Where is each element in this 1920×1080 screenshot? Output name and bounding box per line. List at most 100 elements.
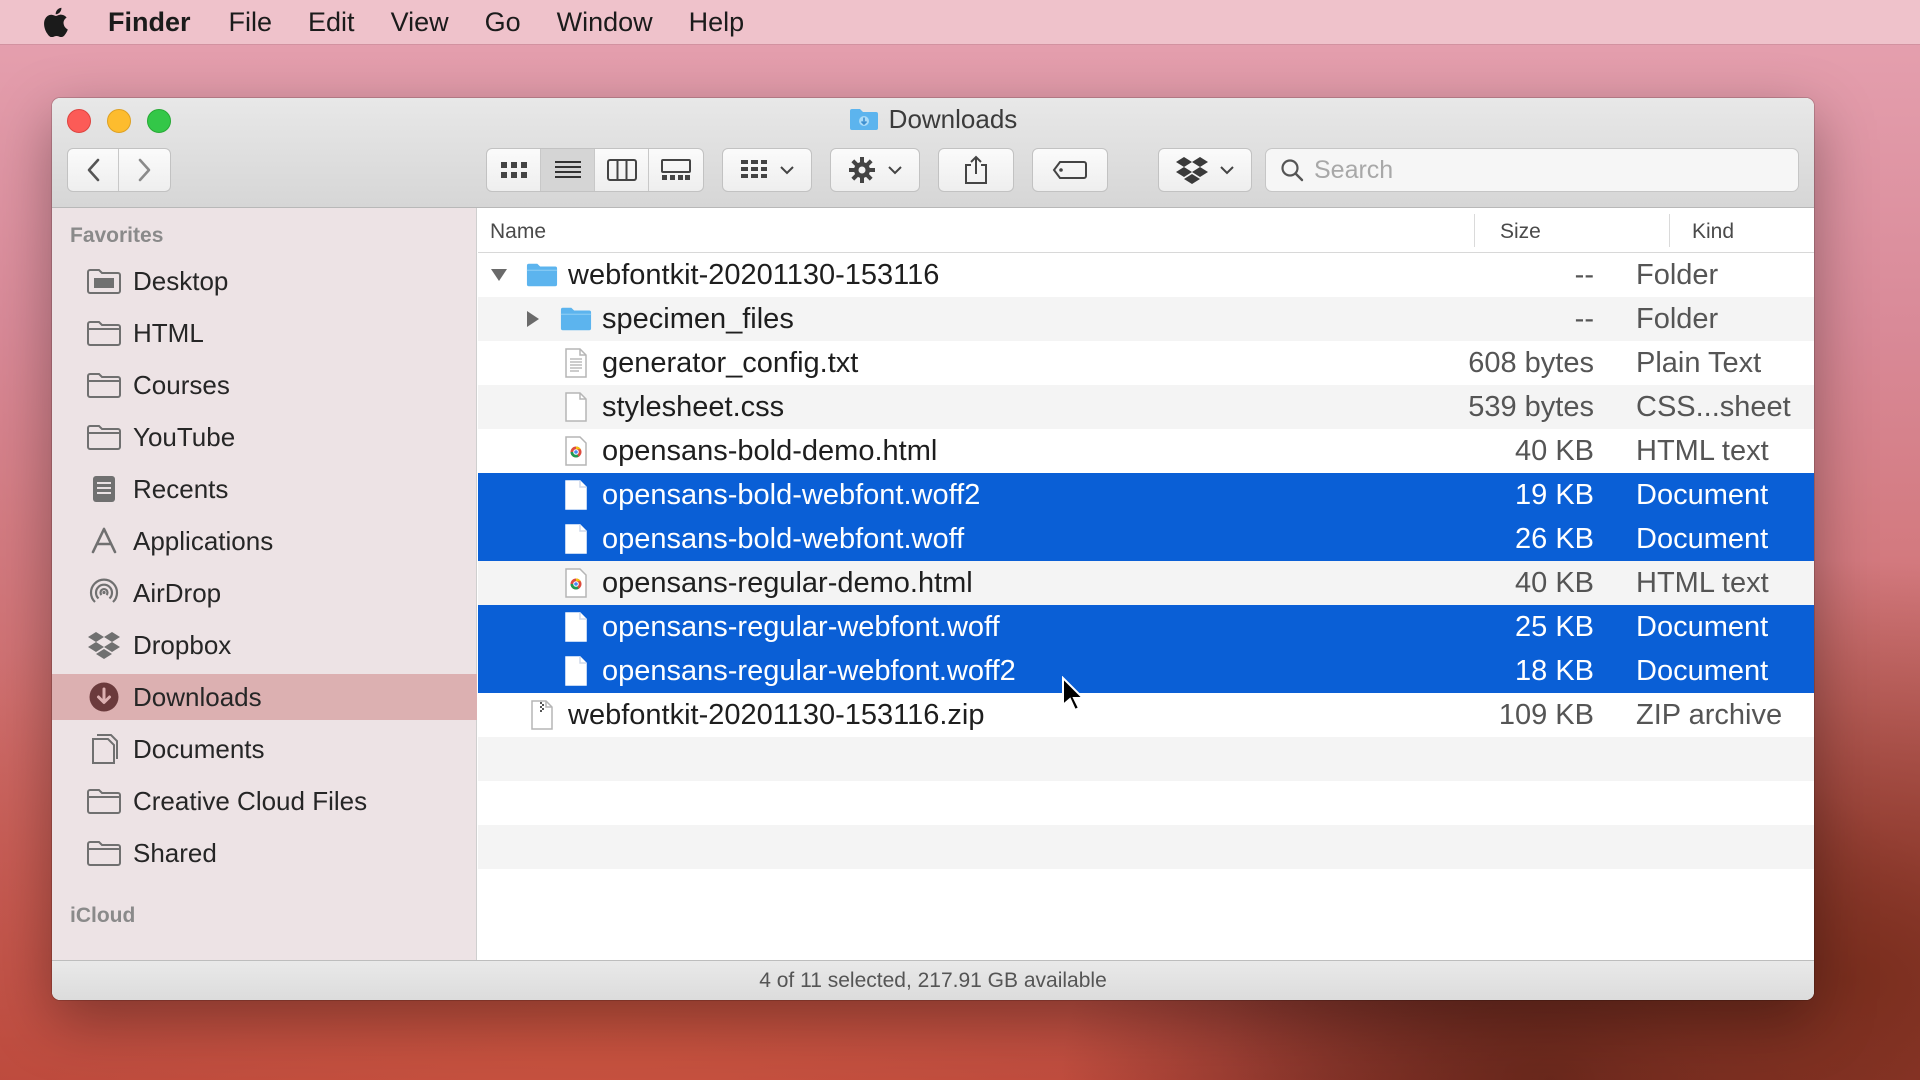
file-size: 25 KB [1515, 611, 1594, 643]
file-row[interactable]: opensans-regular-demo.html 40 KB HTML text [478, 561, 1814, 605]
menu-view[interactable]: View [391, 7, 449, 38]
menu-edit[interactable]: Edit [308, 7, 355, 38]
back-button[interactable] [68, 149, 120, 191]
chevron-left-icon [87, 158, 100, 182]
disclosure-open-icon[interactable] [488, 264, 510, 286]
sidebar-item-airdrop[interactable]: AirDrop [52, 570, 477, 616]
file-row[interactable]: opensans-regular-webfont.woff2 18 KB Docum… [478, 649, 1814, 693]
sidebar-item-label: Shared [133, 837, 217, 868]
navigation-buttons [67, 148, 171, 192]
menu-window[interactable]: Window [557, 7, 653, 38]
share-icon [965, 155, 987, 184]
file-size: 40 KB [1515, 435, 1594, 467]
empty-row [478, 781, 1814, 825]
file-row[interactable]: opensans-bold-webfont.woff2 19 KB Document [478, 473, 1814, 517]
tags-button[interactable] [1032, 148, 1108, 192]
file-kind: Document [1636, 523, 1769, 555]
sidebar-item-label: Courses [133, 369, 230, 400]
document-icon [560, 391, 592, 423]
gallery-view-button[interactable] [649, 149, 703, 191]
mouse-cursor-icon [1062, 676, 1086, 712]
sidebar-item-youtube[interactable]: YouTube [52, 414, 477, 460]
forward-button[interactable] [119, 149, 170, 191]
menu-go[interactable]: Go [485, 7, 521, 38]
column-kind-header[interactable]: Kind [1692, 220, 1734, 244]
file-name: specimen_files [602, 303, 794, 335]
column-name-header[interactable]: Name [490, 220, 546, 244]
search-field[interactable] [1265, 148, 1799, 192]
file-kind: Document [1636, 479, 1769, 511]
folder-icon [87, 318, 121, 348]
sidebar-item-label: YouTube [133, 421, 236, 452]
file-kind: HTML text [1636, 435, 1769, 467]
file-row[interactable]: stylesheet.css 539 bytes CSS...sheet [478, 385, 1814, 429]
empty-row [478, 869, 1814, 913]
chevron-down-icon [1220, 166, 1234, 175]
chevron-down-icon [780, 166, 794, 175]
file-size: -- [1574, 259, 1594, 291]
sidebar-item-downloads[interactable]: Downloads [52, 674, 477, 720]
folder-icon [87, 422, 121, 452]
sidebar-item-creative-cloud-files[interactable]: Creative Cloud Files [52, 778, 477, 824]
sidebar-item-documents[interactable]: Documents [52, 726, 477, 772]
column-divider[interactable] [1669, 214, 1670, 247]
document-icon [560, 611, 592, 643]
file-size: 18 KB [1515, 655, 1594, 687]
share-button[interactable] [938, 148, 1014, 192]
sidebar-item-applications[interactable]: Applications [52, 518, 477, 564]
file-name: stylesheet.css [602, 391, 785, 423]
file-row[interactable]: opensans-bold-webfont.woff 26 KB Document [478, 517, 1814, 561]
file-kind: Document [1636, 611, 1769, 643]
menu-help[interactable]: Help [689, 7, 745, 38]
sidebar-item-label: Dropbox [133, 629, 232, 660]
menu-bar: Finder File Edit View Go Window Help [0, 0, 1920, 44]
dropbox-button[interactable] [1158, 148, 1252, 192]
file-name: opensans-bold-webfont.woff2 [602, 479, 981, 511]
group-by-button[interactable] [722, 148, 812, 192]
sidebar-item-courses[interactable]: Courses [52, 362, 477, 408]
search-input[interactable] [1314, 155, 1774, 185]
empty-row [478, 825, 1814, 869]
file-name: webfontkit-20201130-153116.zip [568, 699, 985, 731]
grid-icon [500, 162, 527, 178]
sidebar-item-label: Creative Cloud Files [133, 785, 368, 816]
document-icon [560, 523, 592, 555]
sidebar-item-recents[interactable]: Recents [52, 466, 477, 512]
sidebar-item-dropbox[interactable]: Dropbox [52, 622, 477, 668]
column-size-header[interactable]: Size [1500, 220, 1541, 244]
status-bar: 4 of 11 selected, 217.91 GB available [52, 960, 1814, 1000]
title-bar: Downloads [52, 98, 1814, 208]
file-row[interactable]: webfontkit-20201130-153116 -- Folder [478, 253, 1814, 297]
text-file-icon [560, 347, 592, 379]
empty-row [478, 737, 1814, 781]
status-text: 4 of 11 selected, 217.91 GB available [759, 968, 1107, 992]
html-file-icon [560, 567, 592, 599]
sidebar-item-desktop[interactable]: Desktop [52, 258, 477, 304]
list-view-button[interactable] [541, 149, 595, 191]
file-row[interactable]: webfontkit-20201130-153116.zip 109 KB ZIP … [478, 693, 1814, 737]
file-kind: HTML text [1636, 567, 1769, 599]
file-size: 19 KB [1515, 479, 1594, 511]
icon-view-button[interactable] [487, 149, 541, 191]
file-row[interactable]: specimen_files -- Folder [478, 297, 1814, 341]
file-row[interactable]: generator_config.txt 608 bytes Plain Text [478, 341, 1814, 385]
file-name: opensans-regular-demo.html [602, 567, 973, 599]
file-name: opensans-bold-webfont.woff [602, 523, 965, 555]
sidebar: Favorites Desktop HTML Courses YouTube R… [52, 208, 477, 960]
sidebar-item-html[interactable]: HTML [52, 310, 477, 356]
column-divider[interactable] [1474, 214, 1475, 247]
apple-menu-icon[interactable] [42, 7, 70, 37]
disclosure-closed-icon[interactable] [522, 308, 544, 330]
menu-app-finder[interactable]: Finder [108, 7, 191, 38]
file-row[interactable]: opensans-regular-webfont.woff 25 KB Docume… [478, 605, 1814, 649]
icloud-heading: iCloud [70, 904, 136, 927]
column-view-button[interactable] [595, 149, 649, 191]
sidebar-item-shared[interactable]: Shared [52, 830, 477, 876]
gear-icon [849, 157, 875, 183]
action-menu-button[interactable] [830, 148, 920, 192]
desktop-folder-icon [87, 266, 121, 296]
search-icon [1281, 159, 1304, 182]
file-row[interactable]: opensans-bold-demo.html 40 KB HTML text [478, 429, 1814, 473]
menu-file[interactable]: File [229, 7, 273, 38]
window-title: Downloads [52, 104, 1814, 134]
